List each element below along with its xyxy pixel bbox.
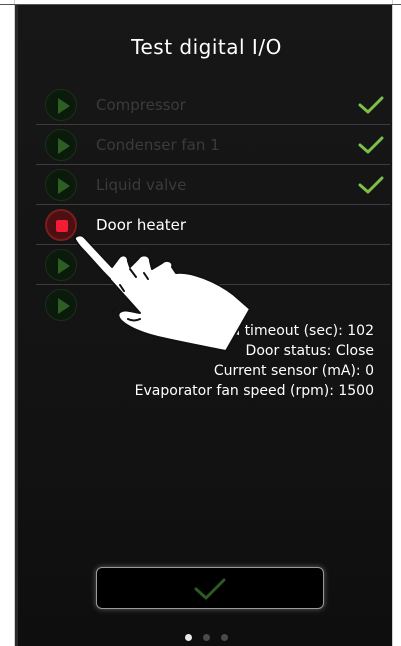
current-sensor-text: Current sensor (mA): 0 xyxy=(213,363,374,379)
check-icon xyxy=(358,176,384,194)
output-row-liquid-valve: Liquid valve xyxy=(36,165,390,205)
play-icon xyxy=(58,138,70,154)
play-button[interactable] xyxy=(45,129,77,161)
play-icon xyxy=(58,98,70,114)
confirm-button[interactable] xyxy=(96,567,324,609)
play-icon xyxy=(58,178,70,194)
output-label: Compressor xyxy=(96,96,186,114)
page-dot-1[interactable] xyxy=(184,634,192,641)
output-label: Door heater xyxy=(96,216,187,234)
play-button[interactable] xyxy=(45,169,77,201)
output-label: Liquid valve xyxy=(96,176,187,194)
device-screen: Test digital I/O Compressor Condenser fa… xyxy=(15,5,392,646)
page-dot-2[interactable] xyxy=(203,634,210,641)
check-icon xyxy=(358,96,384,114)
window-left-border xyxy=(0,0,15,646)
page-indicator xyxy=(18,626,395,645)
stop-icon xyxy=(56,220,68,232)
page-dot-3[interactable] xyxy=(221,634,229,641)
output-label: Condenser fan 1 xyxy=(96,136,220,154)
hand-pointer-icon xyxy=(74,234,251,352)
page-title: Test digital I/O xyxy=(131,35,282,59)
window-right-border xyxy=(392,0,401,646)
evaporator-fan-speed-text: Evaporator fan speed (rpm): 1500 xyxy=(134,383,374,399)
play-button[interactable] xyxy=(45,89,77,121)
check-icon xyxy=(358,136,384,154)
output-row-compressor: Compressor xyxy=(36,85,390,125)
output-row-condenser-fan: Condenser fan 1 xyxy=(36,125,390,165)
check-icon xyxy=(194,578,226,600)
